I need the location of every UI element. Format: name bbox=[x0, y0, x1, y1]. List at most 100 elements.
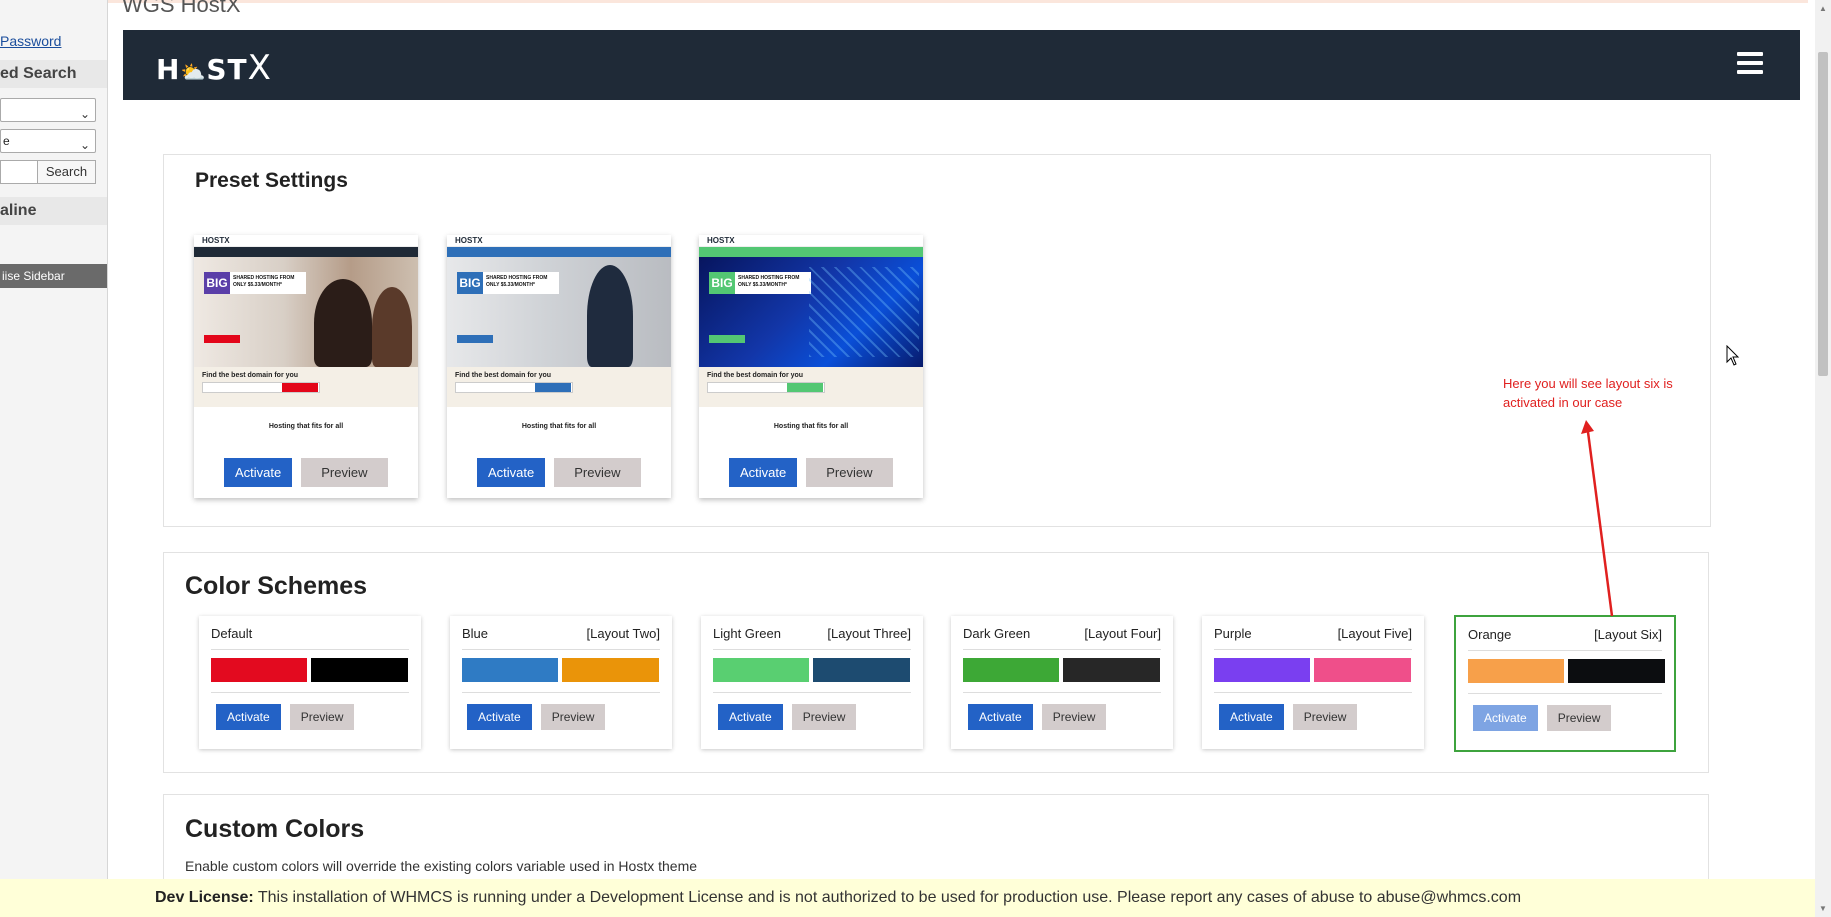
thumb-domain-title: Find the best domain for you bbox=[455, 372, 552, 379]
search-input[interactable] bbox=[0, 160, 38, 184]
primary-color-swatch bbox=[963, 658, 1059, 682]
scheme-layout-label: [Layout Five] bbox=[1337, 626, 1412, 641]
preview-button[interactable]: Preview bbox=[806, 458, 893, 487]
search-button[interactable]: Search bbox=[37, 160, 96, 184]
preview-button[interactable]: Preview bbox=[1292, 704, 1358, 730]
scheme-name: Light Green bbox=[713, 626, 781, 641]
activate-button[interactable]: Activate bbox=[968, 704, 1033, 730]
top-strip bbox=[108, 0, 1808, 3]
scheme-name: Default bbox=[211, 626, 253, 641]
color-scheme-card-light-green: Light Green [Layout Three] Activate Preview bbox=[701, 616, 923, 749]
sidebar: Password ed Search ⌄ e ⌄ Search aline ii… bbox=[0, 0, 108, 917]
preview-button[interactable]: Preview bbox=[1041, 704, 1107, 730]
primary-color-swatch bbox=[211, 658, 307, 682]
chevron-down-icon: ⌄ bbox=[79, 107, 90, 121]
secondary-color-swatch bbox=[562, 658, 659, 682]
thumb-domain-title: Find the best domain for you bbox=[707, 372, 804, 379]
minimise-sidebar-button[interactable]: iise Sidebar bbox=[0, 264, 107, 288]
color-scheme-card-blue: Blue [Layout Two] Activate Preview bbox=[450, 616, 672, 749]
thumb-brand: HOSTX bbox=[455, 236, 483, 245]
secondary-color-swatch bbox=[813, 658, 910, 682]
preset-settings-panel: Preset Settings HOSTX BIG SHARED HOSTING F… bbox=[163, 154, 1711, 527]
preview-button[interactable]: Preview bbox=[540, 704, 606, 730]
activate-button[interactable]: Activate bbox=[224, 458, 293, 487]
thumb-big-badge: BIG bbox=[457, 272, 483, 294]
thumb-hosting-title: Hosting that fits for all bbox=[773, 423, 849, 430]
secondary-color-swatch bbox=[1314, 658, 1411, 682]
scheme-name: Blue bbox=[462, 626, 489, 641]
page-title: WGS HostX bbox=[122, 0, 241, 17]
theme-header: H⛅STX bbox=[123, 30, 1800, 100]
activate-button[interactable]: Activate bbox=[477, 458, 546, 487]
scroll-down-icon[interactable]: ▼ bbox=[1819, 904, 1827, 913]
activate-button[interactable]: Activate bbox=[1473, 705, 1538, 731]
color-scheme-card-dark-green: Dark Green [Layout Four] Activate Preview bbox=[951, 616, 1173, 749]
hostx-logo: H⛅STX bbox=[156, 48, 271, 88]
search-field-select[interactable]: e ⌄ bbox=[0, 129, 96, 153]
primary-color-swatch bbox=[713, 658, 809, 682]
preview-button[interactable]: Preview bbox=[301, 458, 388, 487]
secondary-color-swatch bbox=[1063, 658, 1160, 682]
color-scheme-card-orange: Orange [Layout Six] Activate Preview bbox=[1454, 615, 1676, 752]
preset-thumbnail: HOSTX BIG SHARED HOSTING FROM ONLY $5.33/M… bbox=[699, 235, 923, 444]
color-scheme-card-purple: Purple [Layout Five] Activate Preview bbox=[1202, 616, 1424, 749]
annotation-note: Here you will see layout six is activate… bbox=[1503, 374, 1703, 412]
thumb-domain-title: Find the best domain for you bbox=[202, 372, 299, 379]
activate-button[interactable]: Activate bbox=[718, 704, 783, 730]
scheme-layout-label: [Layout Two] bbox=[586, 626, 660, 641]
scheme-name: Purple bbox=[1214, 626, 1252, 641]
color-scheme-card-default: Default Activate Preview bbox=[199, 616, 421, 749]
page-scrollbar[interactable]: ▲ ▼ bbox=[1815, 0, 1831, 917]
preview-button[interactable]: Preview bbox=[554, 458, 641, 487]
dev-license-bar: Dev License: This installation of WHMCS … bbox=[0, 879, 1815, 917]
dev-license-label: Dev License: bbox=[155, 889, 254, 906]
secondary-color-swatch bbox=[311, 658, 408, 682]
primary-color-swatch bbox=[462, 658, 558, 682]
preview-button[interactable]: Preview bbox=[289, 704, 355, 730]
custom-colors-heading: Custom Colors bbox=[185, 815, 365, 843]
thumb-big-badge: BIG bbox=[204, 272, 230, 294]
hamburger-icon[interactable] bbox=[1737, 52, 1763, 74]
scheme-name: Dark Green bbox=[963, 626, 1031, 641]
activate-button[interactable]: Activate bbox=[729, 458, 798, 487]
preset-thumbnail: HOSTX BIG SHARED HOSTING FROM ONLY $5.33/M… bbox=[194, 235, 418, 444]
advanced-search-heading: ed Search bbox=[0, 60, 107, 88]
thumb-shared-text: SHARED HOSTING FROM ONLY $5.33/MONTH* bbox=[483, 272, 559, 294]
password-link[interactable]: Password bbox=[0, 33, 61, 49]
primary-color-swatch bbox=[1214, 658, 1310, 682]
annotation-line-2: activated in our case bbox=[1503, 395, 1623, 410]
activate-button[interactable]: Activate bbox=[467, 704, 532, 730]
preset-settings-heading: Preset Settings bbox=[195, 169, 348, 192]
search-type-select[interactable]: ⌄ bbox=[0, 98, 96, 122]
preset-thumbnail: HOSTX BIG SHARED HOSTING FROM ONLY $5.33/M… bbox=[447, 235, 671, 444]
annotation-line-1: Here you will see layout six is bbox=[1503, 376, 1673, 391]
thumb-shared-text: SHARED HOSTING FROM ONLY $5.33/MONTH* bbox=[230, 272, 306, 294]
color-schemes-heading: Color Schemes bbox=[185, 572, 368, 600]
thumb-brand: HOSTX bbox=[707, 236, 735, 245]
scheme-layout-label: [Layout Three] bbox=[827, 626, 911, 641]
staff-online-heading: aline bbox=[0, 197, 107, 225]
custom-colors-description: Enable custom colors will override the e… bbox=[185, 858, 698, 874]
scroll-up-icon[interactable]: ▲ bbox=[1819, 4, 1827, 13]
activate-button[interactable]: Activate bbox=[1219, 704, 1284, 730]
preview-button[interactable]: Preview bbox=[791, 704, 857, 730]
thumb-hosting-title: Hosting that fits for all bbox=[268, 423, 344, 430]
scheme-layout-label: [Layout Six] bbox=[1594, 627, 1662, 642]
secondary-color-swatch bbox=[1568, 659, 1665, 683]
scheme-name: Orange bbox=[1468, 627, 1512, 642]
preset-card: HOSTX BIG SHARED HOSTING FROM ONLY $5.33/M… bbox=[194, 235, 418, 498]
preview-button[interactable]: Preview bbox=[1546, 705, 1612, 731]
preset-card: HOSTX BIG SHARED HOSTING FROM ONLY $5.33/M… bbox=[447, 235, 671, 498]
thumb-shared-text: SHARED HOSTING FROM ONLY $5.33/MONTH* bbox=[735, 272, 811, 294]
dev-license-text: This installation of WHMCS is running un… bbox=[253, 889, 1522, 906]
primary-color-swatch bbox=[1468, 659, 1564, 683]
preset-card: HOSTX BIG SHARED HOSTING FROM ONLY $5.33/M… bbox=[699, 235, 923, 498]
thumb-brand: HOSTX bbox=[202, 236, 230, 245]
thumb-big-badge: BIG bbox=[709, 272, 735, 294]
activate-button[interactable]: Activate bbox=[216, 704, 281, 730]
color-schemes-panel: Color Schemes Default Activate Preview Blue… bbox=[163, 552, 1709, 773]
scheme-layout-label: [Layout Four] bbox=[1084, 626, 1161, 641]
annotation-arrow bbox=[1581, 420, 1614, 617]
scroll-thumb[interactable] bbox=[1818, 52, 1828, 376]
select-value: e bbox=[3, 134, 10, 148]
